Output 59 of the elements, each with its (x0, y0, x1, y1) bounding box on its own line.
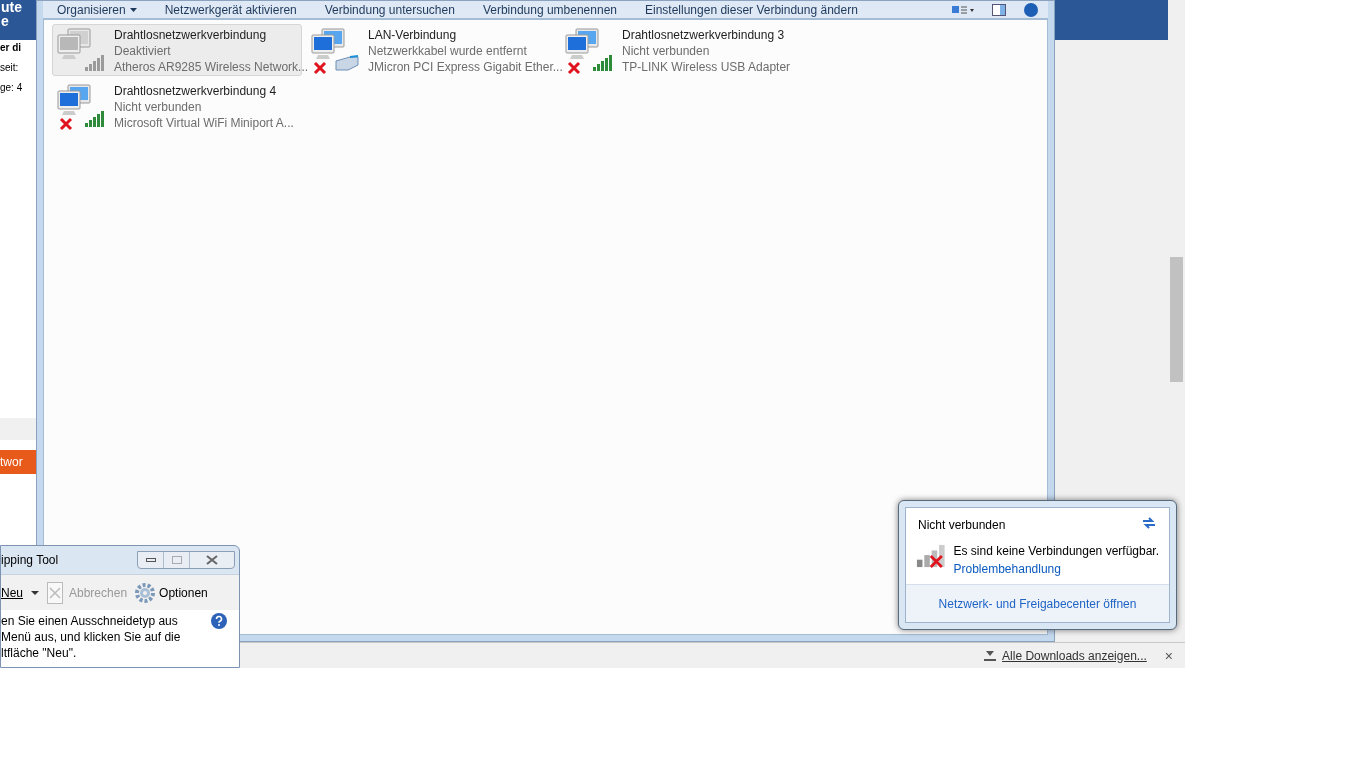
close-icon (206, 555, 218, 565)
preview-pane-icon[interactable] (992, 3, 1006, 16)
computers-icon (310, 27, 346, 61)
computers-icon (564, 27, 600, 61)
page-heading-text: e (1, 14, 10, 28)
maximize-icon (171, 556, 182, 564)
computers-icon (56, 27, 92, 61)
cross-icon (59, 117, 73, 131)
adapter-name: TP-LINK Wireless USB Adapter (622, 59, 791, 75)
window-title: ipping Tool (1, 552, 59, 569)
page-text: seit: (0, 62, 20, 74)
refresh-arrows-icon[interactable] (1141, 516, 1157, 530)
connection-name: Drahtlosnetzwerkverbindung (114, 27, 268, 43)
page-heading-text: ute (1, 0, 23, 14)
connection-name: LAN-Verbindung (368, 27, 458, 43)
options-button[interactable]: Optionen (135, 582, 208, 603)
gear-icon (135, 582, 156, 603)
instruction-text: en Sie einen Ausschneidetyp aus (1, 613, 179, 629)
cross-icon (313, 61, 327, 75)
document-cross-icon (47, 581, 63, 604)
signal-bars-icon (592, 53, 614, 71)
caret-icon (129, 7, 137, 12)
adapter-name: JMicron PCI Express Gigabit Ether... (368, 59, 563, 75)
toolbar-button[interactable]: Einstellungen dieser Verbindung ändern (645, 2, 858, 17)
network-cable-icon (334, 55, 360, 71)
troubleshoot-link[interactable]: Problembehandlung (953, 560, 1159, 578)
cross-icon (567, 61, 581, 75)
page-text: er di (0, 42, 23, 54)
signal-bars-icon (84, 109, 106, 127)
toolbar-button[interactable]: Organisieren (57, 2, 137, 17)
status-message: Es sind keine Verbindungen verfügbar. (953, 543, 1159, 560)
connection-name: Drahtlosnetzwerkverbindung 3 (622, 27, 786, 43)
popup-title: Nicht verbunden (918, 517, 1006, 534)
adapter-name: Microsoft Virtual WiFi Miniport A... (114, 115, 294, 131)
new-button[interactable]: Neu (1, 583, 23, 602)
connection-status: Netzwerkkabel wurde entfernt (368, 43, 528, 59)
download-icon (984, 650, 997, 661)
connection-status: Deaktiviert (114, 43, 172, 59)
adapter-name: Atheros AR9285 Wireless Network... (114, 59, 309, 75)
no-signal-icon (916, 542, 946, 570)
scrollbar-thumb[interactable] (1170, 257, 1183, 382)
page-tab[interactable]: twor (0, 450, 36, 474)
signal-bars-icon (84, 53, 106, 71)
instruction-text: ltfläche "Neu". (1, 645, 78, 661)
connection-name: Drahtlosnetzwerkverbindung 4 (114, 83, 278, 99)
connection-status: Nicht verbunden (622, 43, 711, 59)
connection-item[interactable]: Drahtlosnetzwerkverbindung 4 Nicht verbunden Microsoft Virtual WiFi Miniport A... (52, 80, 302, 132)
computers-icon (56, 83, 92, 117)
show-all-downloads-link[interactable]: Alle Downloads anzeigen... (984, 646, 1147, 665)
page-text: ge: 4 (0, 82, 24, 94)
connection-status: Nicht verbunden (114, 99, 203, 115)
close-button[interactable]: × (1164, 648, 1173, 663)
minimize-icon (145, 558, 156, 562)
instruction-text: Menü aus, und klicken Sie auf die (1, 629, 181, 645)
toolbar-button[interactable]: Verbindung untersuchen (324, 2, 455, 17)
toolbar-button[interactable]: Netzwerkgerät aktivieren (164, 2, 297, 17)
view-options-icon[interactable] (952, 3, 974, 16)
caret-icon[interactable] (31, 590, 39, 595)
toolbar-button[interactable]: Verbindung umbenennen (482, 2, 617, 17)
